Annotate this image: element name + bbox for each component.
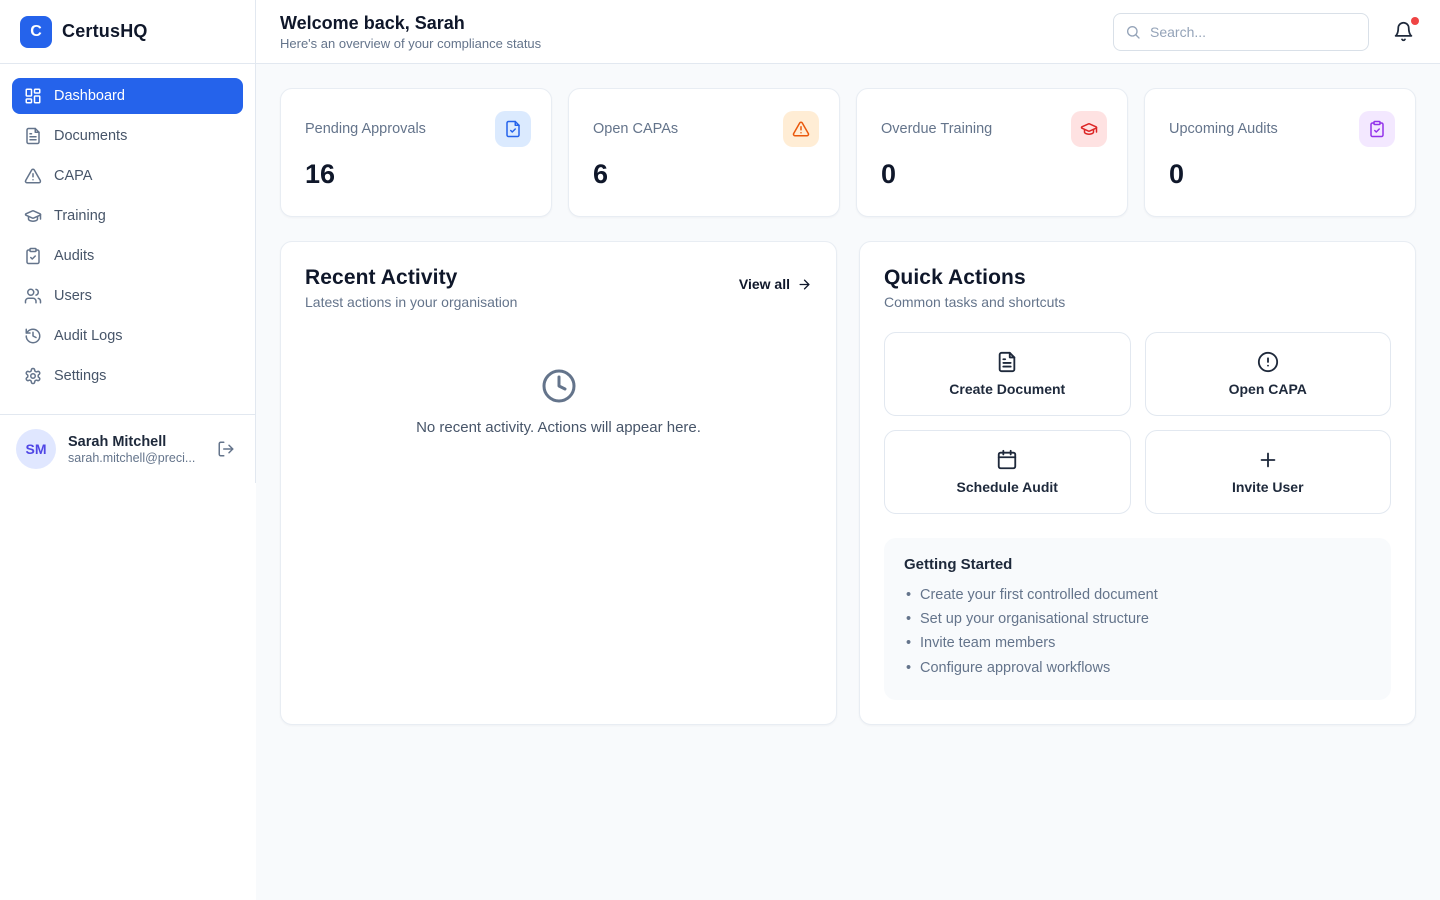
stat-card-upcoming-audits: Upcoming Audits 0 — [1144, 88, 1416, 217]
brand-logo-letter: C — [30, 23, 42, 41]
sidebar-item-training[interactable]: Training — [12, 198, 243, 234]
arrow-right-icon — [797, 277, 812, 292]
avatar: SM — [16, 429, 56, 469]
getting-started-item: Invite team members — [904, 631, 1371, 655]
main-area: Welcome back, Sarah Here's an overview o… — [256, 0, 1440, 900]
page-subtitle: Here's an overview of your compliance st… — [280, 36, 541, 51]
empty-state-message: No recent activity. Actions will appear … — [305, 419, 812, 436]
section-row: Recent Activity Latest actions in your o… — [280, 241, 1416, 725]
recent-activity-subtitle: Latest actions in your organisation — [305, 294, 517, 310]
invite-user-button[interactable]: Invite User — [1145, 430, 1392, 514]
sidebar-item-label: Training — [54, 208, 106, 224]
stat-value: 16 — [305, 159, 531, 190]
recent-activity-empty-state: No recent activity. Actions will appear … — [305, 368, 812, 436]
topbar-right — [1113, 13, 1416, 51]
users-icon — [24, 287, 42, 305]
stat-value: 0 — [881, 159, 1107, 190]
logout-button[interactable] — [213, 436, 239, 462]
sidebar-item-label: Documents — [54, 128, 127, 144]
sidebar-item-label: Dashboard — [54, 88, 125, 104]
quick-actions-title: Quick Actions — [884, 266, 1065, 290]
sidebar-nav: Dashboard Documents CAPA Training Audits… — [0, 64, 255, 408]
open-capa-button[interactable]: Open CAPA — [1145, 332, 1392, 416]
stat-label: Pending Approvals — [305, 121, 426, 137]
view-all-button[interactable]: View all — [739, 276, 812, 292]
sidebar-item-audits[interactable]: Audits — [12, 238, 243, 274]
clipboard-check-icon — [1359, 111, 1395, 147]
stat-label: Upcoming Audits — [1169, 121, 1278, 137]
sidebar-item-label: CAPA — [54, 168, 92, 184]
sidebar-header: C CertusHQ — [0, 0, 255, 64]
stat-value: 6 — [593, 159, 819, 190]
history-icon — [24, 327, 42, 345]
logout-icon — [217, 440, 235, 458]
avatar-initials: SM — [26, 441, 47, 457]
alert-circle-icon — [1257, 351, 1279, 373]
alert-triangle-icon — [783, 111, 819, 147]
page-title: Welcome back, Sarah — [280, 12, 541, 35]
brand-name: CertusHQ — [62, 21, 148, 42]
dashboard-icon — [24, 87, 42, 105]
file-check-icon — [495, 111, 531, 147]
file-text-icon — [996, 351, 1018, 373]
document-icon — [24, 127, 42, 145]
stat-card-overdue-training: Overdue Training 0 — [856, 88, 1128, 217]
sidebar-item-label: Audits — [54, 248, 94, 264]
topbar-welcome: Welcome back, Sarah Here's an overview o… — [280, 12, 541, 51]
topbar: Welcome back, Sarah Here's an overview o… — [256, 0, 1440, 64]
dashboard-content: Pending Approvals 16 Open CAPAs 6 — [256, 64, 1440, 749]
quick-actions-subtitle: Common tasks and shortcuts — [884, 294, 1065, 310]
create-document-button[interactable]: Create Document — [884, 332, 1131, 416]
clipboard-check-icon — [24, 247, 42, 265]
graduation-cap-icon — [24, 207, 42, 225]
sidebar-item-documents[interactable]: Documents — [12, 118, 243, 154]
stat-value: 0 — [1169, 159, 1395, 190]
user-meta: Sarah Mitchell sarah.mitchell@preci... — [68, 433, 201, 465]
schedule-audit-button[interactable]: Schedule Audit — [884, 430, 1131, 514]
app-root: C CertusHQ Dashboard Documents CAPA Trai… — [0, 0, 1440, 900]
stat-card-open-capas: Open CAPAs 6 — [568, 88, 840, 217]
notifications-button[interactable] — [1391, 19, 1416, 44]
getting-started-item: Create your first controlled document — [904, 583, 1371, 607]
calendar-icon — [996, 449, 1018, 471]
stat-label: Overdue Training — [881, 121, 992, 137]
sidebar: C CertusHQ Dashboard Documents CAPA Trai… — [0, 0, 256, 483]
getting-started-list: Create your first controlled document Se… — [904, 583, 1371, 680]
quick-actions-grid: Create Document Open CAPA Schedule Audit — [884, 332, 1391, 514]
plus-icon — [1257, 449, 1279, 471]
notification-dot — [1411, 17, 1419, 25]
stats-row: Pending Approvals 16 Open CAPAs 6 — [280, 88, 1416, 217]
recent-activity-title: Recent Activity — [305, 266, 517, 290]
search-icon — [1125, 24, 1141, 40]
sidebar-item-capa[interactable]: CAPA — [12, 158, 243, 194]
getting-started-item: Set up your organisational structure — [904, 607, 1371, 631]
user-section: SM Sarah Mitchell sarah.mitchell@preci..… — [0, 414, 255, 483]
sidebar-item-label: Settings — [54, 368, 106, 384]
sidebar-item-dashboard[interactable]: Dashboard — [12, 78, 243, 114]
gear-icon — [24, 367, 42, 385]
getting-started-item: Configure approval workflows — [904, 656, 1371, 680]
search-input[interactable] — [1113, 13, 1369, 51]
sidebar-item-audit-logs[interactable]: Audit Logs — [12, 318, 243, 354]
search-wrap — [1113, 13, 1369, 51]
brand-logo: C — [20, 16, 52, 48]
recent-activity-panel: Recent Activity Latest actions in your o… — [280, 241, 837, 725]
stat-card-pending-approvals: Pending Approvals 16 — [280, 88, 552, 217]
bell-icon — [1393, 21, 1414, 42]
alert-triangle-icon — [24, 167, 42, 185]
sidebar-item-settings[interactable]: Settings — [12, 358, 243, 394]
sidebar-item-label: Audit Logs — [54, 328, 123, 344]
stat-label: Open CAPAs — [593, 121, 678, 137]
user-name: Sarah Mitchell — [68, 433, 201, 451]
quick-actions-panel: Quick Actions Common tasks and shortcuts… — [859, 241, 1416, 725]
clock-icon — [541, 368, 577, 404]
sidebar-item-label: Users — [54, 288, 92, 304]
getting-started-box: Getting Started Create your first contro… — [884, 538, 1391, 700]
getting-started-title: Getting Started — [904, 556, 1371, 573]
user-email: sarah.mitchell@preci... — [68, 451, 198, 465]
graduation-cap-icon — [1071, 111, 1107, 147]
sidebar-item-users[interactable]: Users — [12, 278, 243, 314]
